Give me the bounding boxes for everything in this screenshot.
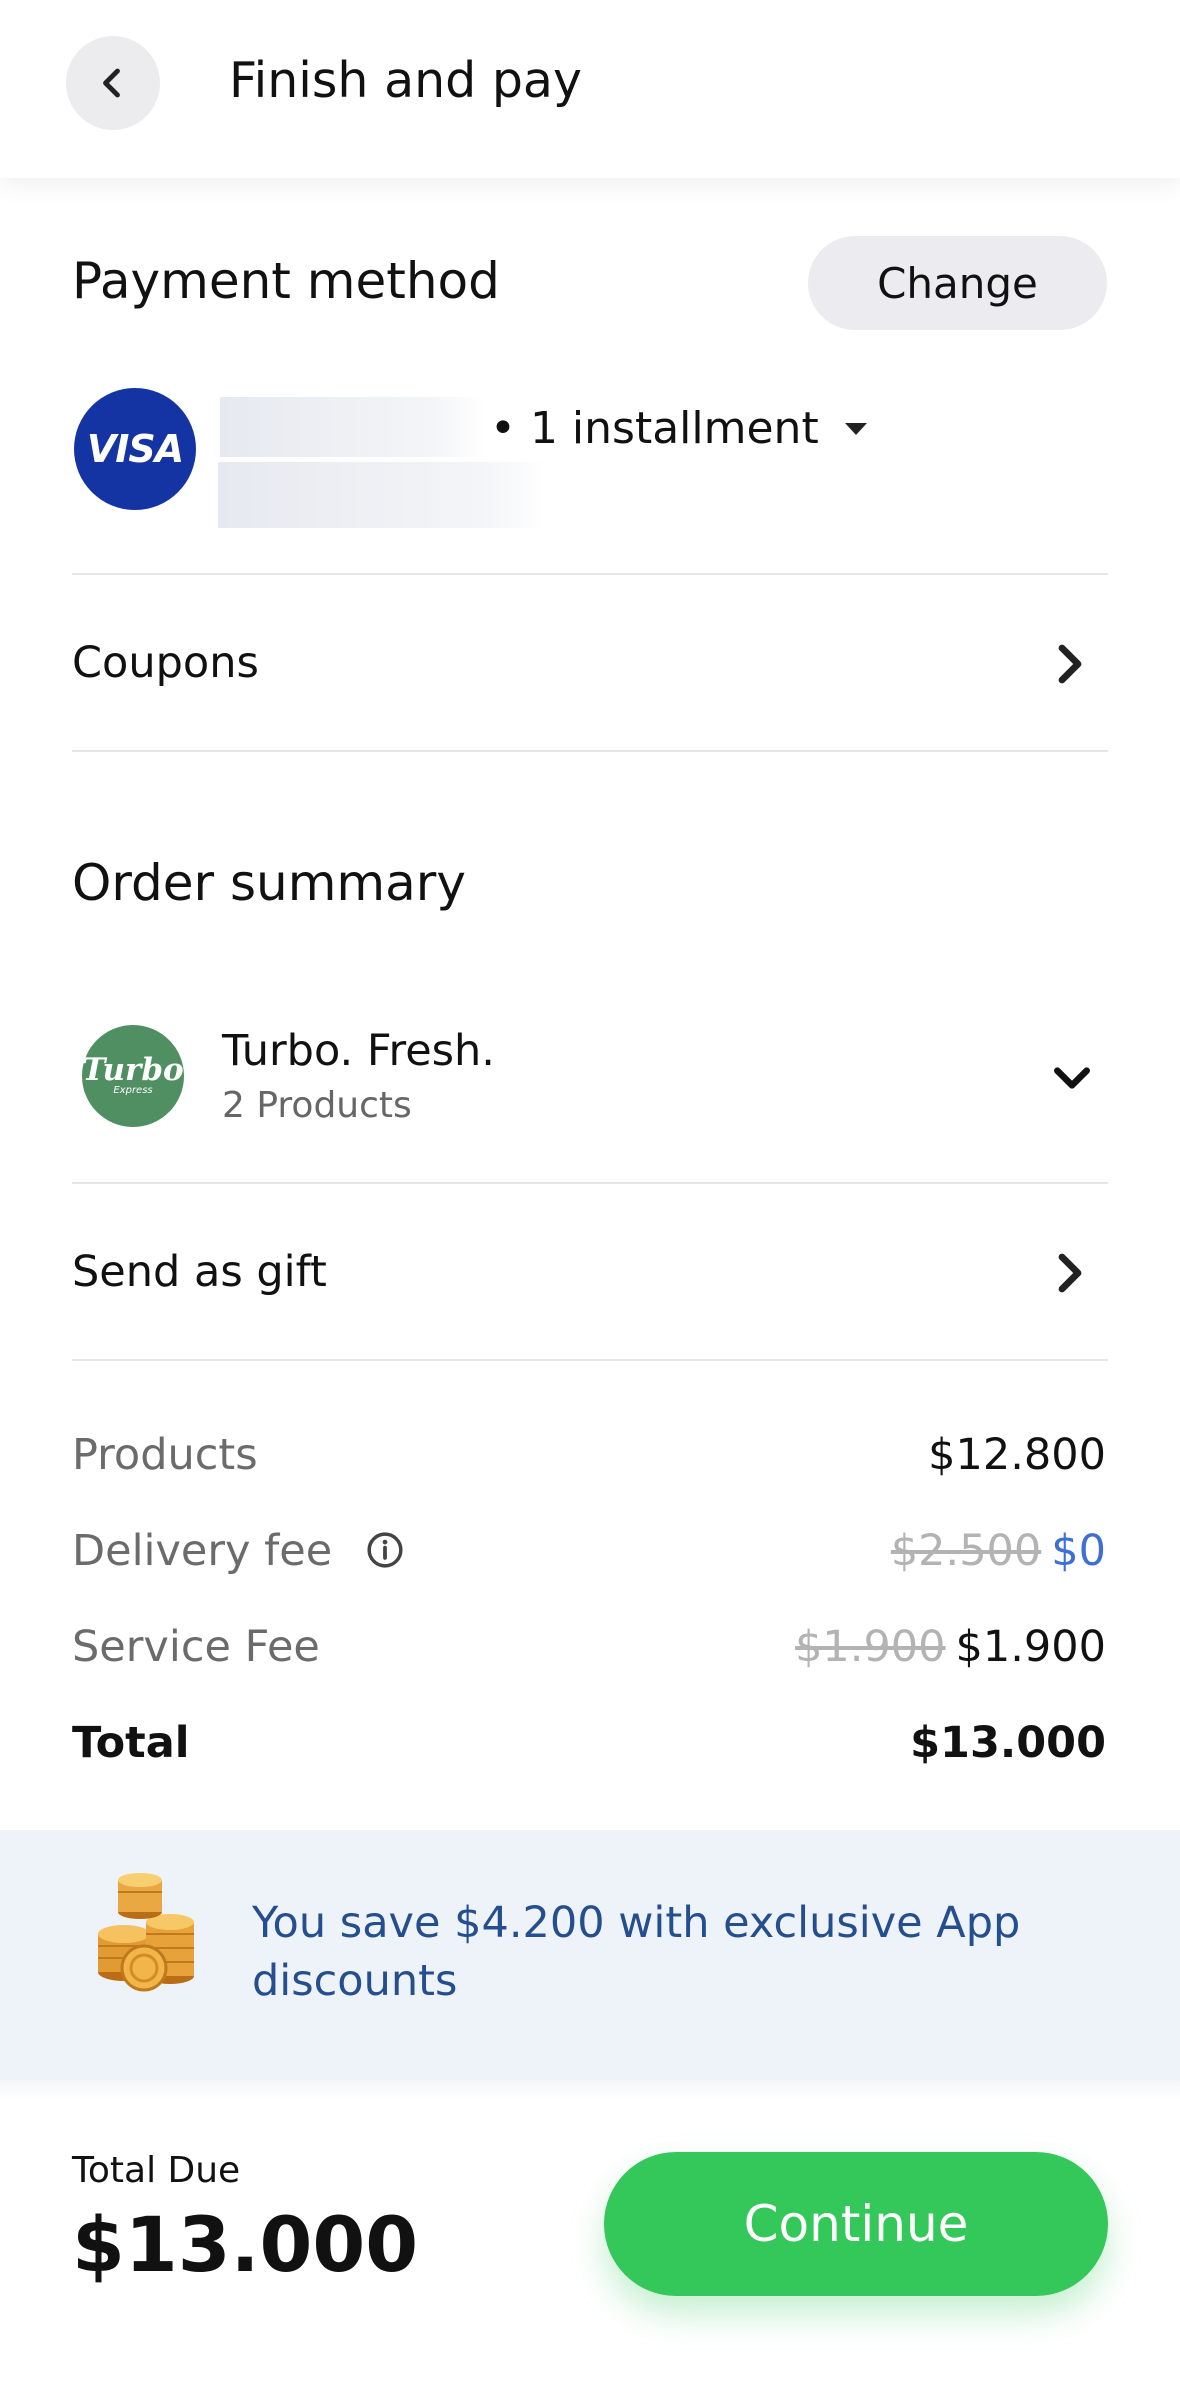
page-title: Finish and pay bbox=[229, 52, 582, 109]
coins-icon bbox=[98, 1873, 194, 1992]
chevron-right-icon bbox=[1058, 644, 1082, 684]
continue-button[interactable]: Continue bbox=[604, 2152, 1108, 2296]
coupons-label: Coupons bbox=[72, 638, 259, 688]
installment-label: • 1 installment bbox=[490, 403, 819, 454]
store-logo-text: Turbo bbox=[82, 1052, 184, 1088]
send-as-gift-label: Send as gift bbox=[72, 1247, 327, 1297]
delivery-fee-value: $0 bbox=[1051, 1526, 1106, 1576]
products-label: Products bbox=[72, 1430, 258, 1480]
service-fee-value: $1.900 bbox=[955, 1622, 1106, 1672]
products-value: $12.800 bbox=[928, 1430, 1106, 1480]
total-due-value: $13.000 bbox=[72, 2200, 419, 2289]
change-payment-button[interactable]: Change bbox=[808, 236, 1107, 330]
divider bbox=[72, 573, 1108, 575]
chevron-right-icon bbox=[1058, 1253, 1082, 1293]
delivery-fee-label: Delivery fee bbox=[72, 1526, 333, 1576]
service-fee-label: Service Fee bbox=[72, 1622, 320, 1672]
savings-banner: You save $4.200 with exclusive App disco… bbox=[0, 1830, 1180, 2080]
chevron-down-icon[interactable] bbox=[1050, 1058, 1094, 1098]
savings-text: You save $4.200 with exclusive App disco… bbox=[252, 1898, 1021, 2006]
visa-card-logo: VISA bbox=[74, 388, 196, 510]
store-logo-subtext: Express bbox=[113, 1085, 153, 1096]
info-icon[interactable] bbox=[366, 1531, 404, 1569]
caret-down-icon bbox=[844, 422, 867, 435]
store-logo: Turbo Express bbox=[82, 1025, 184, 1127]
chevron-left-icon bbox=[103, 68, 120, 98]
service-fee-original: $1.900 bbox=[795, 1622, 946, 1672]
total-due-label: Total Due bbox=[72, 2150, 241, 2191]
send-as-gift-row[interactable]: Send as gift bbox=[0, 1185, 1180, 1361]
masked-card-number bbox=[220, 397, 485, 457]
masked-card-details bbox=[218, 462, 548, 528]
delivery-fee-value-group: $2.500 $0 bbox=[891, 1526, 1106, 1576]
top-bar: Finish and pay bbox=[0, 0, 1180, 178]
divider bbox=[72, 1359, 1108, 1361]
store-product-count: 2 Products bbox=[222, 1085, 412, 1126]
store-name: Turbo. Fresh. bbox=[222, 1026, 495, 1076]
delivery-fee-row-label: Delivery fee bbox=[72, 1526, 404, 1576]
total-value: $13.000 bbox=[910, 1718, 1106, 1768]
back-button[interactable] bbox=[66, 36, 160, 130]
payment-method-title: Payment method bbox=[72, 252, 500, 310]
divider bbox=[72, 750, 1108, 752]
coupons-row[interactable]: Coupons bbox=[0, 576, 1180, 752]
total-label: Total bbox=[72, 1718, 190, 1768]
order-summary-title: Order summary bbox=[72, 854, 466, 912]
installment-selector[interactable]: • 1 installment bbox=[490, 403, 867, 454]
footer-separator bbox=[0, 2080, 1180, 2100]
service-fee-value-group: $1.900 $1.900 bbox=[795, 1622, 1106, 1672]
divider bbox=[72, 1182, 1108, 1184]
delivery-fee-original: $2.500 bbox=[890, 1526, 1042, 1576]
